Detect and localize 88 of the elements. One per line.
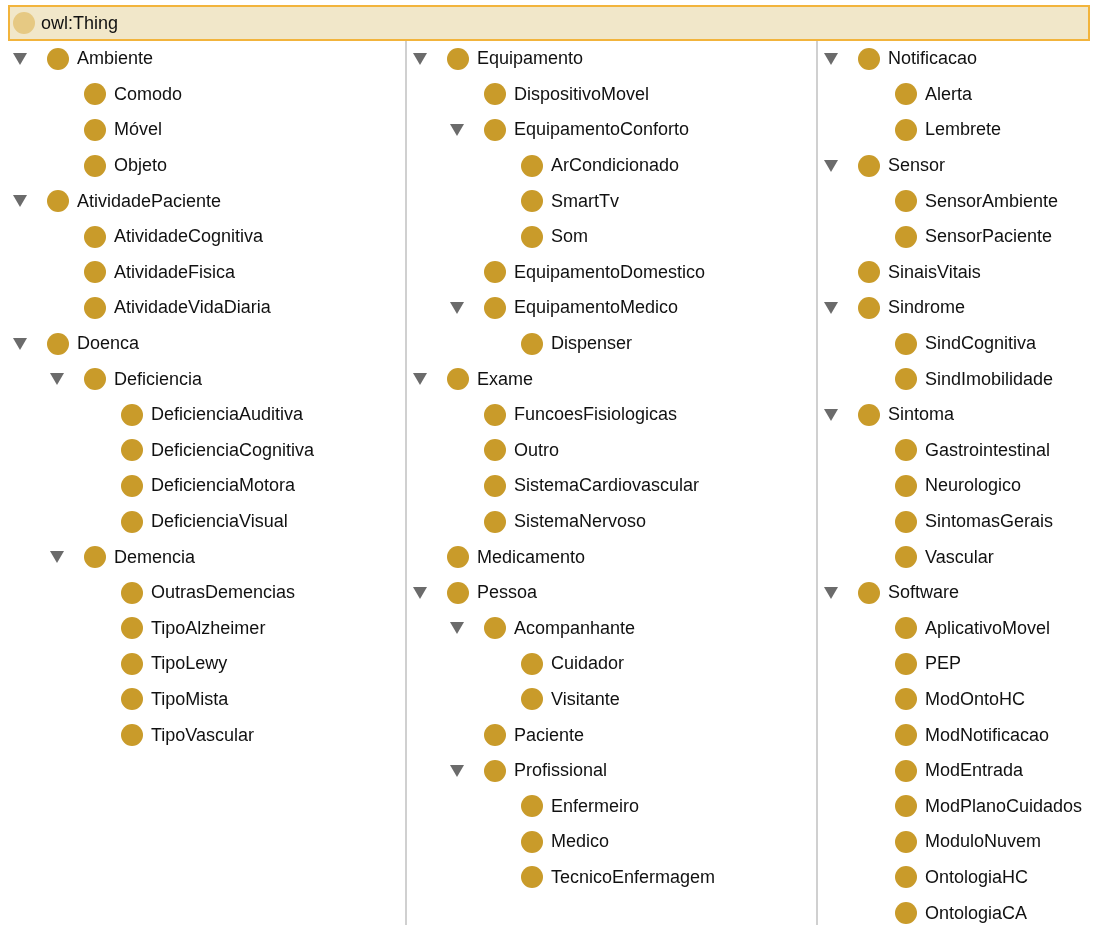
expanded-triangle-icon[interactable]	[823, 585, 839, 600]
class-label[interactable]: SistemaCardiovascular	[514, 472, 700, 500]
class-label[interactable]: Gastrointestinal	[925, 436, 1051, 464]
class-label[interactable]: Medicamento	[477, 543, 586, 571]
class-label[interactable]: Dispenser	[551, 330, 633, 358]
expanded-triangle-icon[interactable]	[412, 585, 428, 600]
class-label[interactable]: TipoVascular	[151, 721, 255, 749]
class-label[interactable]: Som	[551, 223, 588, 251]
class-label[interactable]: OntologiaHC	[925, 863, 1029, 891]
class-label[interactable]: Móvel	[114, 116, 162, 144]
class-label[interactable]: TecnicoEnfermagem	[551, 863, 716, 891]
class-label[interactable]: SensorAmbiente	[925, 187, 1059, 215]
class-label[interactable]: EquipamentoDomestico	[514, 258, 706, 286]
class-label[interactable]: Pessoa	[477, 579, 538, 607]
class-label[interactable]: Sintoma	[888, 401, 955, 429]
class-label[interactable]: SistemaNervoso	[514, 508, 647, 535]
class-label[interactable]: Medico	[551, 828, 610, 856]
expanded-triangle-icon[interactable]	[412, 372, 428, 387]
class-label[interactable]: AtividadePaciente	[77, 187, 222, 215]
class-label[interactable]: OntologiaCA	[925, 899, 1028, 925]
expanded-triangle-icon[interactable]	[449, 763, 465, 778]
class-label[interactable]: Deficiencia	[114, 365, 203, 393]
class-label[interactable]: Equipamento	[477, 45, 584, 73]
expanded-triangle-icon[interactable]	[823, 300, 839, 315]
class-label[interactable]: Software	[888, 579, 960, 607]
class-label[interactable]: owl:Thing	[41, 9, 119, 37]
class-label[interactable]: ModNotificacao	[925, 721, 1050, 749]
class-label[interactable]: Objeto	[114, 152, 168, 180]
class-label[interactable]: DeficienciaCognitiva	[151, 436, 315, 464]
class-label[interactable]: DeficienciaAuditiva	[151, 401, 304, 429]
class-label[interactable]: Neurologico	[925, 472, 1022, 500]
expanded-triangle-icon[interactable]	[12, 51, 28, 66]
class-label[interactable]: DispositivoMovel	[514, 80, 650, 108]
class-label[interactable]: TipoMista	[151, 686, 229, 713]
expanded-triangle-icon[interactable]	[823, 407, 839, 422]
class-label[interactable]: Notificacao	[888, 45, 978, 73]
expanded-triangle-icon[interactable]	[449, 621, 465, 636]
class-label[interactable]: SinaisVitais	[888, 258, 981, 286]
class-label[interactable]: ArCondicionado	[551, 152, 680, 180]
class-label[interactable]: EquipamentoConforto	[514, 116, 690, 144]
class-label[interactable]: Comodo	[114, 80, 183, 108]
expanded-triangle-icon[interactable]	[12, 336, 28, 351]
expanded-triangle-icon[interactable]	[49, 550, 65, 565]
class-label[interactable]: Enfermeiro	[551, 792, 640, 820]
class-label[interactable]: TipoAlzheimer	[151, 614, 266, 642]
expanded-triangle-icon[interactable]	[449, 123, 465, 137]
class-label[interactable]: Profissional	[514, 757, 608, 785]
class-label[interactable]: ModuloNuvem	[925, 828, 1042, 856]
class-label[interactable]: AtividadeCognitiva	[114, 223, 264, 251]
expanded-triangle-icon[interactable]	[449, 300, 465, 315]
class-label[interactable]: Alerta	[925, 80, 973, 108]
expanded-triangle-icon[interactable]	[823, 158, 839, 173]
class-label[interactable]: Demencia	[114, 543, 196, 571]
class-label[interactable]: Visitante	[551, 686, 620, 713]
class-label[interactable]: Ambiente	[77, 45, 154, 73]
expanded-triangle-icon[interactable]	[823, 51, 839, 66]
class-label[interactable]: Sensor	[888, 152, 946, 180]
class-label[interactable]: SintomasGerais	[925, 508, 1054, 535]
class-label[interactable]: Outro	[514, 436, 560, 464]
class-label[interactable]: Lembrete	[925, 116, 1002, 144]
class-label[interactable]: ModOntoHC	[925, 686, 1026, 713]
class-label[interactable]: AplicativoMovel	[925, 614, 1051, 642]
class-label[interactable]: AtividadeFisica	[114, 258, 236, 286]
class-label[interactable]: SmartTv	[551, 187, 619, 215]
expanded-triangle-icon[interactable]	[12, 194, 28, 209]
class-label[interactable]: EquipamentoMedico	[514, 294, 679, 322]
expanded-triangle-icon[interactable]	[49, 372, 65, 387]
root-class-row[interactable]: owl:Thing	[8, 5, 1090, 41]
class-label[interactable]: SindCognitiva	[925, 330, 1037, 358]
class-label[interactable]: TipoLewy	[151, 650, 228, 678]
class-label[interactable]: SindImobilidade	[925, 365, 1054, 393]
class-label[interactable]: Vascular	[925, 543, 994, 571]
class-label[interactable]: OutrasDemencias	[151, 579, 296, 607]
class-label[interactable]: Sindrome	[888, 294, 966, 322]
class-label[interactable]: Paciente	[514, 721, 585, 749]
class-label[interactable]: SensorPaciente	[925, 223, 1053, 251]
class-label[interactable]: Acompanhante	[514, 614, 636, 642]
expanded-triangle-icon[interactable]	[412, 51, 428, 66]
class-label[interactable]: DeficienciaVisual	[151, 508, 288, 535]
class-label[interactable]: Exame	[477, 365, 534, 393]
class-label[interactable]: PEP	[925, 650, 962, 678]
class-label[interactable]: Doenca	[77, 330, 140, 358]
class-label[interactable]: AtividadeVidaDiaria	[114, 294, 271, 322]
class-label[interactable]: DeficienciaMotora	[151, 472, 296, 500]
class-label[interactable]: Cuidador	[551, 650, 625, 678]
class-label[interactable]: ModEntrada	[925, 757, 1024, 785]
class-label[interactable]: ModPlanoCuidados	[925, 792, 1083, 820]
class-label[interactable]: FuncoesFisiologicas	[514, 401, 678, 429]
